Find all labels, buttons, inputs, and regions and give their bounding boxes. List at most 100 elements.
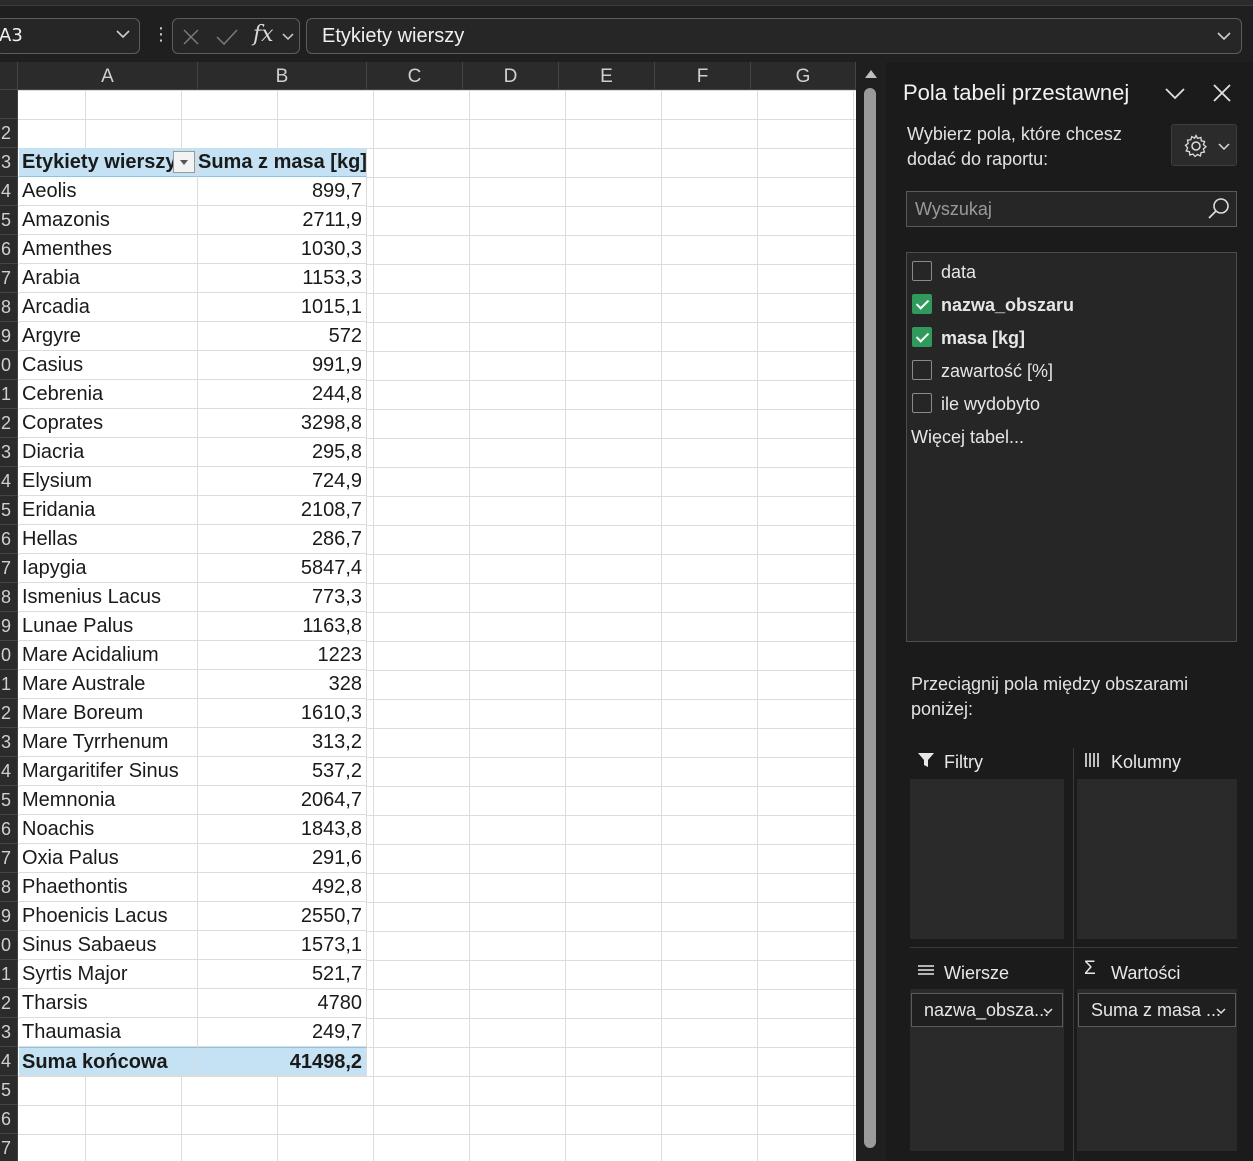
row-header[interactable]: 4: [0, 177, 18, 206]
pivot-row-value[interactable]: 249,7: [198, 1018, 367, 1047]
row-header[interactable]: 2: [0, 119, 18, 148]
rows-drop-area[interactable]: nazwa_obsza...: [910, 989, 1064, 1151]
pivot-row-value[interactable]: 724,9: [198, 467, 367, 496]
row-header[interactable]: 9: [0, 902, 18, 931]
filters-drop-area[interactable]: [910, 779, 1064, 939]
row-header[interactable]: 1: [0, 380, 18, 409]
pivot-row-label[interactable]: Arabia: [19, 264, 198, 293]
pivot-row-value[interactable]: 2711,9: [198, 206, 367, 235]
pivot-row-label[interactable]: Amenthes: [19, 235, 198, 264]
field-ile-wydobyto[interactable]: ile wydobyto: [912, 391, 1232, 419]
pivot-row-label[interactable]: Syrtis Major: [19, 960, 198, 989]
pivot-row-value[interactable]: 1573,1: [198, 931, 367, 960]
search-icon[interactable]: [1206, 196, 1232, 222]
pivot-row-labels-header[interactable]: Etykiety wierszy: [19, 148, 198, 177]
pivot-row-value[interactable]: 1843,8: [198, 815, 367, 844]
pivot-row-label[interactable]: Lunae Palus: [19, 612, 198, 641]
row-header[interactable]: 0: [0, 931, 18, 960]
field-nazwa-obszaru[interactable]: nazwa_obszaru: [912, 292, 1232, 320]
scroll-up-icon[interactable]: [865, 70, 877, 78]
row-header[interactable]: 4: [0, 757, 18, 786]
pivot-row-label[interactable]: Noachis: [19, 815, 198, 844]
row-header[interactable]: 7: [0, 264, 18, 293]
field-masa[interactable]: masa [kg]: [912, 325, 1232, 353]
pivot-row-value[interactable]: 773,3: [198, 583, 367, 612]
row-header[interactable]: 0: [0, 641, 18, 670]
pivot-row-label[interactable]: Phaethontis: [19, 873, 198, 902]
more-tables-link[interactable]: Więcej tabel...: [911, 427, 1024, 448]
column-header-f[interactable]: F: [655, 62, 751, 90]
pivot-row-value[interactable]: 3298,8: [198, 409, 367, 438]
row-header[interactable]: 4: [0, 1047, 18, 1076]
pivot-row-value[interactable]: 2064,7: [198, 786, 367, 815]
search-input[interactable]: [907, 192, 1197, 226]
row-header[interactable]: 8: [0, 583, 18, 612]
row-header[interactable]: 6: [0, 235, 18, 264]
pivot-row-value[interactable]: 328: [198, 670, 367, 699]
row-header[interactable]: 3: [0, 1018, 18, 1047]
row-header[interactable]: 7: [0, 1134, 18, 1161]
expand-formula-icon[interactable]: [1215, 27, 1233, 45]
pivot-row-value[interactable]: 537,2: [198, 757, 367, 786]
field-checkbox[interactable]: [912, 261, 932, 281]
row-header[interactable]: 2: [0, 409, 18, 438]
row-header[interactable]: 5: [0, 786, 18, 815]
field-checkbox[interactable]: [912, 393, 932, 413]
pivot-row-value[interactable]: 572: [198, 322, 367, 351]
pivot-row-label[interactable]: Elysium: [19, 467, 198, 496]
column-header-b[interactable]: B: [198, 62, 367, 90]
row-header[interactable]: 2: [0, 989, 18, 1018]
row-header[interactable]: 2: [0, 699, 18, 728]
pivot-row-value[interactable]: 521,7: [198, 960, 367, 989]
pivot-row-label[interactable]: Coprates: [19, 409, 198, 438]
vertical-scrollbar[interactable]: [856, 62, 886, 1161]
row-header[interactable]: 1: [0, 670, 18, 699]
formula-input[interactable]: Etykiety wierszy: [306, 18, 1242, 54]
row-header[interactable]: 8: [0, 293, 18, 322]
pivot-row-value[interactable]: 5847,4: [198, 554, 367, 583]
pivot-row-value[interactable]: 1030,3: [198, 235, 367, 264]
pivot-row-label[interactable]: Casius: [19, 351, 198, 380]
row-header[interactable]: [0, 90, 18, 119]
pivot-row-label[interactable]: Amazonis: [19, 206, 198, 235]
pivot-row-value[interactable]: 1610,3: [198, 699, 367, 728]
field-checkbox[interactable]: [912, 360, 932, 380]
row-header[interactable]: 3: [0, 438, 18, 467]
grand-total-value[interactable]: 41498,2: [198, 1047, 367, 1076]
pivot-row-label[interactable]: Arcadia: [19, 293, 198, 322]
field-zawartosc[interactable]: zawartość [%]: [912, 358, 1232, 386]
pivot-row-value[interactable]: 1015,1: [198, 293, 367, 322]
row-header[interactable]: 7: [0, 554, 18, 583]
pivot-row-value[interactable]: 4780: [198, 989, 367, 1018]
rows-field-pill[interactable]: nazwa_obsza...: [911, 993, 1063, 1027]
pivot-row-label[interactable]: Eridania: [19, 496, 198, 525]
pivot-row-value[interactable]: 291,6: [198, 844, 367, 873]
pivot-row-label[interactable]: Margaritifer Sinus: [19, 757, 198, 786]
field-checkbox[interactable]: [912, 327, 932, 347]
row-header[interactable]: 1: [0, 960, 18, 989]
row-header[interactable]: 3: [0, 148, 18, 177]
column-header-e[interactable]: E: [559, 62, 655, 90]
filter-dropdown-icon[interactable]: [173, 151, 195, 173]
insert-function-icon[interactable]: fx: [253, 22, 274, 47]
pivot-row-value[interactable]: 295,8: [198, 438, 367, 467]
chevron-down-icon[interactable]: [1164, 82, 1186, 104]
pivot-row-value[interactable]: 1223: [198, 641, 367, 670]
column-header-c[interactable]: C: [367, 62, 463, 90]
row-header[interactable]: 6: [0, 525, 18, 554]
pivot-row-value[interactable]: 2550,7: [198, 902, 367, 931]
row-header[interactable]: 5: [0, 1076, 18, 1105]
enter-check-icon[interactable]: [215, 27, 239, 47]
chevron-down-icon[interactable]: [115, 26, 131, 42]
pivot-row-value[interactable]: 2108,7: [198, 496, 367, 525]
grand-total-label[interactable]: Suma końcowa: [19, 1047, 198, 1076]
pivot-row-label[interactable]: Diacria: [19, 438, 198, 467]
row-header[interactable]: 3: [0, 728, 18, 757]
more-options-icon[interactable]: ⋮: [152, 26, 170, 48]
select-all-corner[interactable]: [0, 62, 18, 90]
pivot-row-label[interactable]: Cebrenia: [19, 380, 198, 409]
pivot-row-value[interactable]: 492,8: [198, 873, 367, 902]
pivot-row-value[interactable]: 286,7: [198, 525, 367, 554]
columns-drop-area[interactable]: [1077, 779, 1237, 939]
pivot-row-value[interactable]: 1153,3: [198, 264, 367, 293]
